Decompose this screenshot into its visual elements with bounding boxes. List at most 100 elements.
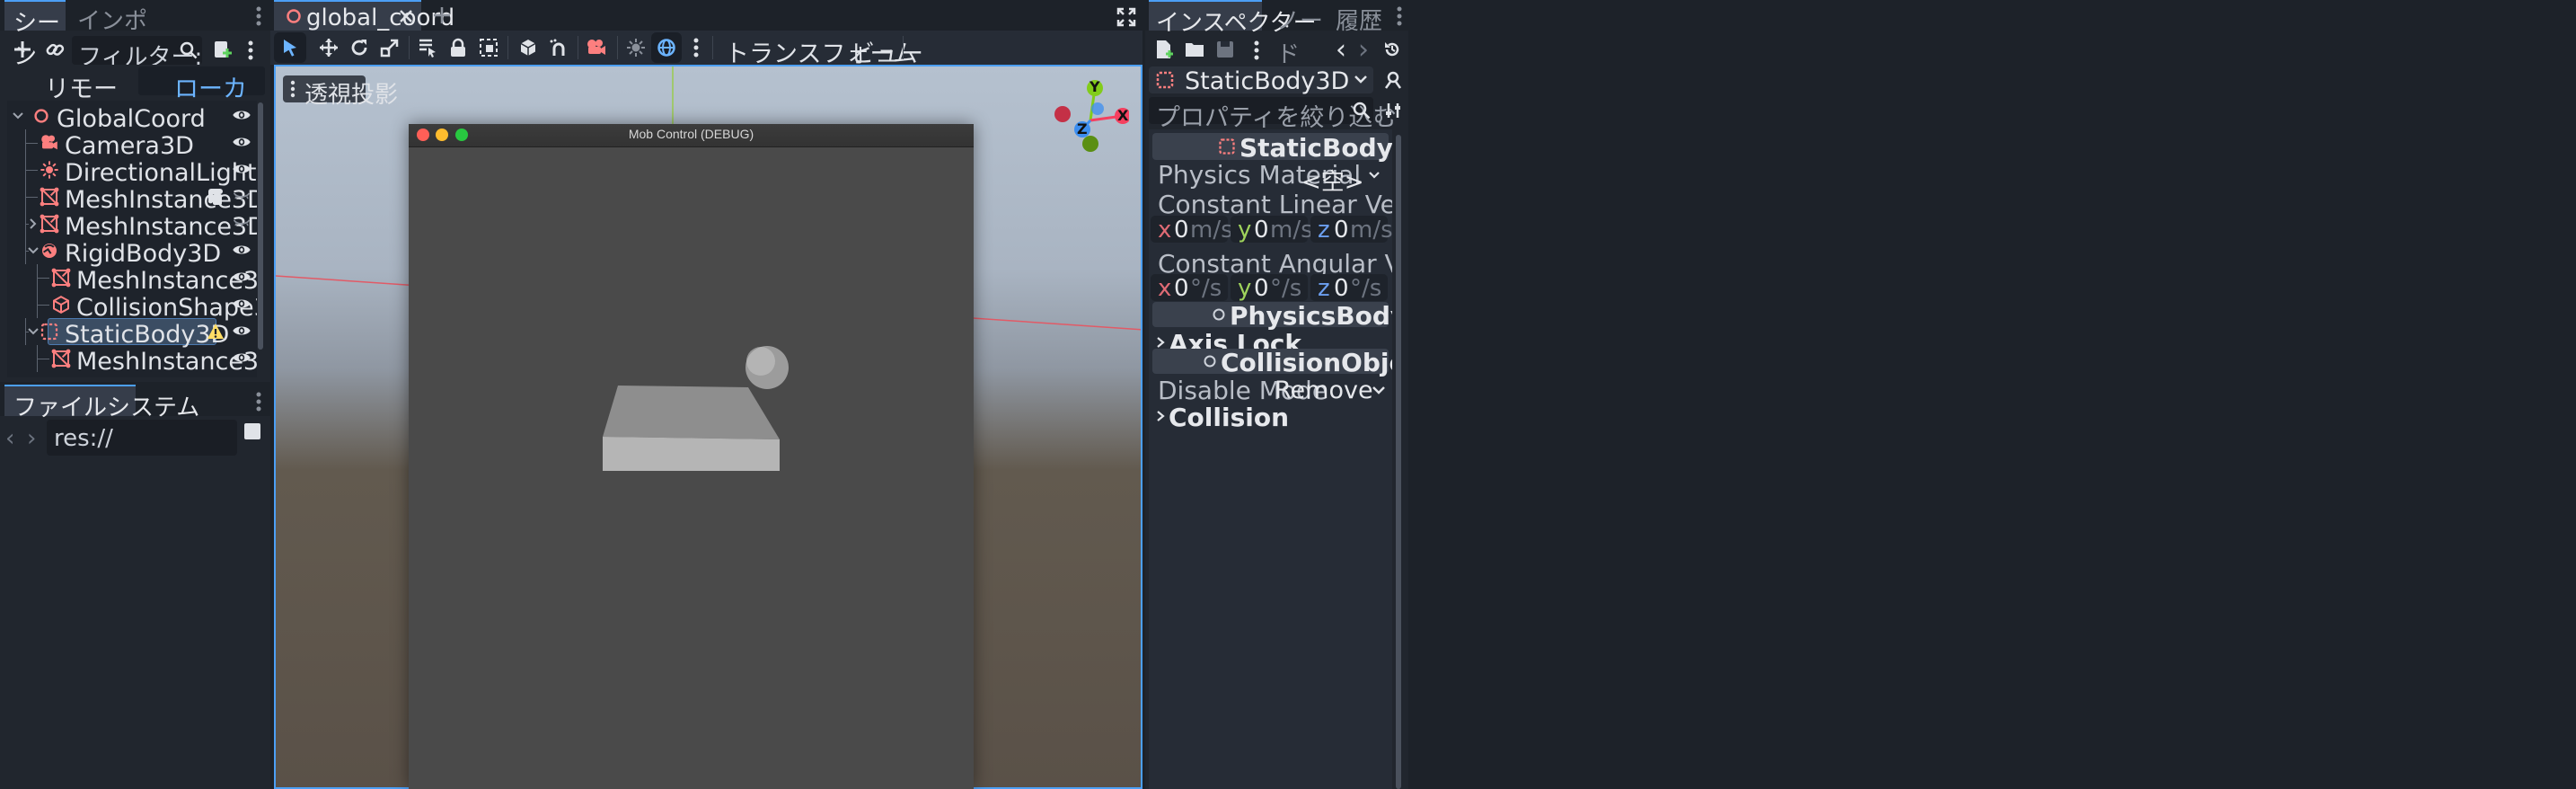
add-node-button[interactable] bbox=[9, 36, 36, 63]
tree-row[interactable]: MeshInstance3D bbox=[7, 345, 257, 376]
preview-sun-button[interactable] bbox=[621, 32, 651, 63]
tree-row[interactable]: MeshInstance3D2 bbox=[7, 210, 257, 241]
distraction-free-button[interactable] bbox=[1116, 7, 1136, 27]
script-icon[interactable] bbox=[207, 188, 224, 206]
new-resource-button[interactable] bbox=[1151, 36, 1178, 63]
preview-camera-button[interactable] bbox=[581, 32, 612, 63]
visibility-eye-icon[interactable] bbox=[232, 269, 251, 285]
tree-guide bbox=[25, 197, 38, 198]
physics-material-picker[interactable]: <空> bbox=[1291, 162, 1388, 196]
visibility-eye-icon[interactable] bbox=[232, 296, 251, 312]
inspector-menu-icon[interactable] bbox=[1396, 5, 1403, 27]
visibility-eye-icon[interactable] bbox=[232, 134, 251, 150]
tree-row[interactable]: GlobalCoord bbox=[7, 102, 257, 133]
chevron-down-icon bbox=[1372, 386, 1385, 394]
debug-window: Mob Control (DEBUG) bbox=[409, 124, 974, 789]
tree-row[interactable]: StaticBody3D bbox=[7, 318, 257, 349]
history-forward-icon[interactable]: › bbox=[1358, 34, 1369, 66]
remote-tab[interactable]: リモート bbox=[7, 66, 136, 138]
scene-tree-scrollbar[interactable] bbox=[258, 102, 263, 350]
instantiate-scene-button[interactable] bbox=[41, 36, 68, 63]
tab-scene[interactable]: シーン bbox=[4, 0, 66, 70]
chevron-down-icon[interactable] bbox=[28, 326, 39, 337]
lock-button[interactable] bbox=[443, 32, 473, 63]
group-button[interactable] bbox=[473, 32, 504, 63]
visibility-eye-closed-icon[interactable] bbox=[232, 215, 251, 231]
linear-velocity-y-field[interactable]: y 0 m/s bbox=[1231, 216, 1313, 244]
local-space-button[interactable] bbox=[513, 32, 543, 63]
linear-velocity-z-field[interactable]: z 0 m/s bbox=[1310, 216, 1392, 244]
angular-velocity-z-field[interactable]: z 0 °/s bbox=[1310, 274, 1388, 302]
scene-filter-input[interactable]: フィルター: 名前 bbox=[72, 36, 202, 65]
local-tab[interactable]: ローカル bbox=[138, 66, 265, 138]
history-back-icon[interactable]: ‹ bbox=[1336, 34, 1346, 66]
history-menu-button[interactable] bbox=[1379, 36, 1406, 63]
axis-label: x bbox=[1158, 217, 1172, 244]
visibility-eye-icon[interactable] bbox=[232, 350, 251, 366]
environment-more-icon[interactable] bbox=[693, 37, 700, 58]
object-selector[interactable]: StaticBody3D bbox=[1149, 66, 1373, 95]
visibility-eye-icon[interactable] bbox=[232, 323, 251, 339]
save-resource-button[interactable] bbox=[1212, 36, 1239, 63]
mesh-icon bbox=[39, 186, 60, 208]
visibility-eye-closed-icon[interactable] bbox=[232, 188, 251, 204]
dock-menu-icon[interactable] bbox=[255, 5, 262, 27]
move-mode-button[interactable] bbox=[313, 32, 344, 63]
preview-environment-button[interactable] bbox=[651, 32, 682, 63]
scale-mode-button[interactable] bbox=[375, 32, 405, 63]
tree-row[interactable]: Camera3D bbox=[7, 129, 257, 160]
warning-icon[interactable] bbox=[207, 323, 225, 341]
tab-filesystem[interactable]: ファイルシステム bbox=[4, 385, 199, 421]
inspector-options-button[interactable] bbox=[1381, 97, 1406, 124]
chevron-down-icon[interactable] bbox=[13, 111, 23, 121]
angular-velocity-x-field[interactable]: x 0 °/s bbox=[1151, 274, 1228, 302]
angular-velocity-y-field[interactable]: y 0 °/s bbox=[1231, 274, 1308, 302]
visibility-eye-icon[interactable] bbox=[232, 107, 251, 123]
collision-shape-icon bbox=[50, 294, 72, 315]
filesystem-dock: ファイルシステム ‹ › res:// bbox=[0, 382, 270, 789]
tab-history[interactable]: 履歴 bbox=[1334, 0, 1388, 35]
tree-row[interactable]: MeshInstance3D bbox=[7, 183, 257, 214]
object-properties-button[interactable] bbox=[1381, 66, 1406, 93]
tree-row[interactable]: RigidBody3D bbox=[7, 237, 257, 268]
snap-button[interactable] bbox=[543, 32, 574, 63]
filesystem-menu-icon[interactable] bbox=[255, 391, 262, 412]
value: 0 bbox=[1334, 275, 1349, 302]
visibility-eye-icon[interactable] bbox=[232, 242, 251, 258]
tree-row[interactable]: DirectionalLight3D bbox=[7, 156, 257, 187]
scene-tab-global-coord[interactable]: global_coord bbox=[274, 0, 454, 31]
tab-node[interactable]: ノード bbox=[1271, 0, 1334, 68]
list-select-button[interactable] bbox=[412, 32, 443, 63]
magnet-icon bbox=[550, 39, 565, 56]
add-scene-tab-button[interactable] bbox=[430, 4, 454, 27]
rotate-mode-button[interactable] bbox=[344, 32, 375, 63]
tree-row[interactable]: CollisionShape3D bbox=[7, 291, 257, 322]
select-mode-button[interactable] bbox=[274, 32, 306, 63]
forward-arrow-icon[interactable]: › bbox=[27, 425, 36, 452]
inspector-scrollbar[interactable] bbox=[1396, 135, 1401, 789]
attach-script-button[interactable] bbox=[208, 36, 235, 63]
scene-more-icon[interactable] bbox=[247, 40, 254, 61]
unit: °/s bbox=[1190, 275, 1222, 302]
linear-velocity-x-field[interactable]: x 0 m/s bbox=[1151, 216, 1233, 244]
unit: m/s bbox=[1350, 217, 1392, 244]
load-resource-button[interactable] bbox=[1181, 36, 1208, 63]
property-filter-input[interactable]: プロパティを絞り込む bbox=[1149, 97, 1397, 132]
resource-more-icon[interactable] bbox=[1253, 40, 1260, 61]
tree-row[interactable]: MeshInstance3D bbox=[7, 264, 257, 295]
filesystem-path-input[interactable]: res:// bbox=[47, 420, 237, 456]
tab-import[interactable]: インポート bbox=[72, 0, 162, 68]
collision-group[interactable]: Collision bbox=[1152, 403, 1389, 432]
split-mode-icon[interactable] bbox=[244, 423, 260, 439]
back-arrow-icon[interactable]: ‹ bbox=[5, 425, 14, 452]
perspective-button[interactable]: 透視投影 bbox=[283, 75, 398, 109]
disable-mode-select[interactable]: Remove bbox=[1266, 376, 1389, 404]
chevron-down-icon[interactable] bbox=[28, 245, 39, 256]
tab-inspector[interactable]: インスペクター bbox=[1149, 0, 1317, 37]
chevron-right-icon[interactable] bbox=[28, 218, 39, 229]
tab-filesystem-label: ファイルシステム bbox=[13, 394, 200, 421]
visibility-eye-icon[interactable] bbox=[232, 161, 251, 177]
close-icon[interactable] bbox=[398, 8, 414, 24]
link-icon bbox=[46, 43, 65, 56]
unit: °/s bbox=[1270, 275, 1302, 302]
